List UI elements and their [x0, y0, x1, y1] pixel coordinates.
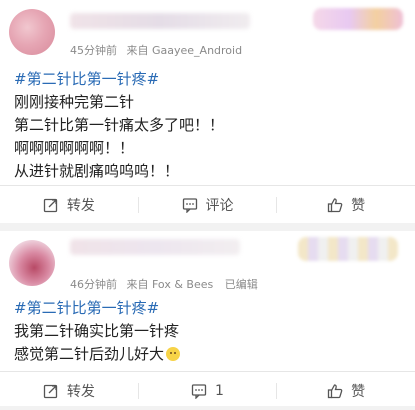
like-button[interactable]: 赞 — [277, 186, 415, 224]
post-meta: 45分钟前 来自 Gaayee_Android — [70, 42, 242, 58]
action-bar: 转发 评论 赞 — [0, 186, 415, 224]
post-text-line: 刚刚接种完第二针 — [14, 93, 135, 111]
username-blurred[interactable] — [70, 13, 250, 29]
comment-label: 评论 — [205, 198, 234, 214]
source-prefix: 来自 — [126, 44, 149, 57]
repost-label: 转发 — [66, 198, 95, 214]
username-blurred[interactable] — [70, 239, 240, 255]
badge-decoration — [298, 237, 398, 261]
repost-label: 转发 — [66, 384, 95, 400]
action-bar: 转发 1 赞 — [0, 372, 415, 410]
post-text-line: 我第二针确实比第一针疼 — [14, 322, 180, 340]
post-time: 45分钟前 — [70, 44, 117, 57]
comment-icon — [182, 198, 197, 213]
source-prefix: 来自 — [126, 278, 149, 291]
thumbs-up-icon — [328, 198, 343, 213]
avatar[interactable] — [9, 240, 55, 286]
post-meta: 46分钟前 来自 Fox & Bees 已编辑 — [70, 276, 258, 292]
grin-emoji-icon — [166, 347, 181, 361]
post-time: 46分钟前 — [70, 278, 117, 291]
post-card: 45分钟前 来自 Gaayee_Android #第二针比第一针疼# 刚刚接种完… — [0, 0, 415, 223]
post-content: #第二针比第一针疼# 刚刚接种完第二针 第二针比第一针痛太多了吧！！ 啊啊啊啊啊… — [14, 68, 401, 183]
post-text-line: 啊啊啊啊啊啊！！ — [14, 139, 135, 157]
post-text-line: 第二针比第一针痛太多了吧！！ — [14, 116, 225, 134]
post-text-line: 感觉第二针后劲儿好大 — [14, 343, 401, 366]
post-text: 感觉第二针后劲儿好大 — [14, 345, 165, 363]
post-source[interactable]: Fox & Bees — [152, 278, 213, 291]
repost-button[interactable]: 转发 — [0, 186, 138, 224]
comment-icon — [191, 384, 207, 399]
post-content: #第二针比第一针疼# 我第二针确实比第一针疼 感觉第二针后劲儿好大 — [14, 297, 401, 366]
like-button[interactable]: 赞 — [277, 372, 415, 410]
comment-count: 1 — [215, 383, 224, 399]
badge-decoration — [313, 8, 403, 30]
avatar[interactable] — [9, 9, 55, 55]
edited-label: 已编辑 — [224, 278, 258, 291]
hashtag-link[interactable]: #第二针比第一针疼# — [14, 68, 401, 91]
like-label: 赞 — [351, 384, 366, 400]
post-source[interactable]: Gaayee_Android — [152, 44, 242, 57]
comment-button[interactable]: 1 — [139, 372, 277, 410]
repost-icon — [43, 384, 57, 399]
like-label: 赞 — [351, 198, 366, 214]
thumbs-up-icon — [328, 384, 343, 399]
repost-icon — [43, 198, 57, 213]
hashtag-link[interactable]: #第二针比第一针疼# — [14, 297, 401, 320]
post-text-line: 从进针就剧痛呜呜呜！！ — [14, 162, 180, 180]
post-card: 46分钟前 来自 Fox & Bees 已编辑 #第二针比第一针疼# 我第二针确… — [0, 231, 415, 406]
comment-button[interactable]: 评论 — [139, 186, 277, 224]
repost-button[interactable]: 转发 — [0, 372, 138, 410]
